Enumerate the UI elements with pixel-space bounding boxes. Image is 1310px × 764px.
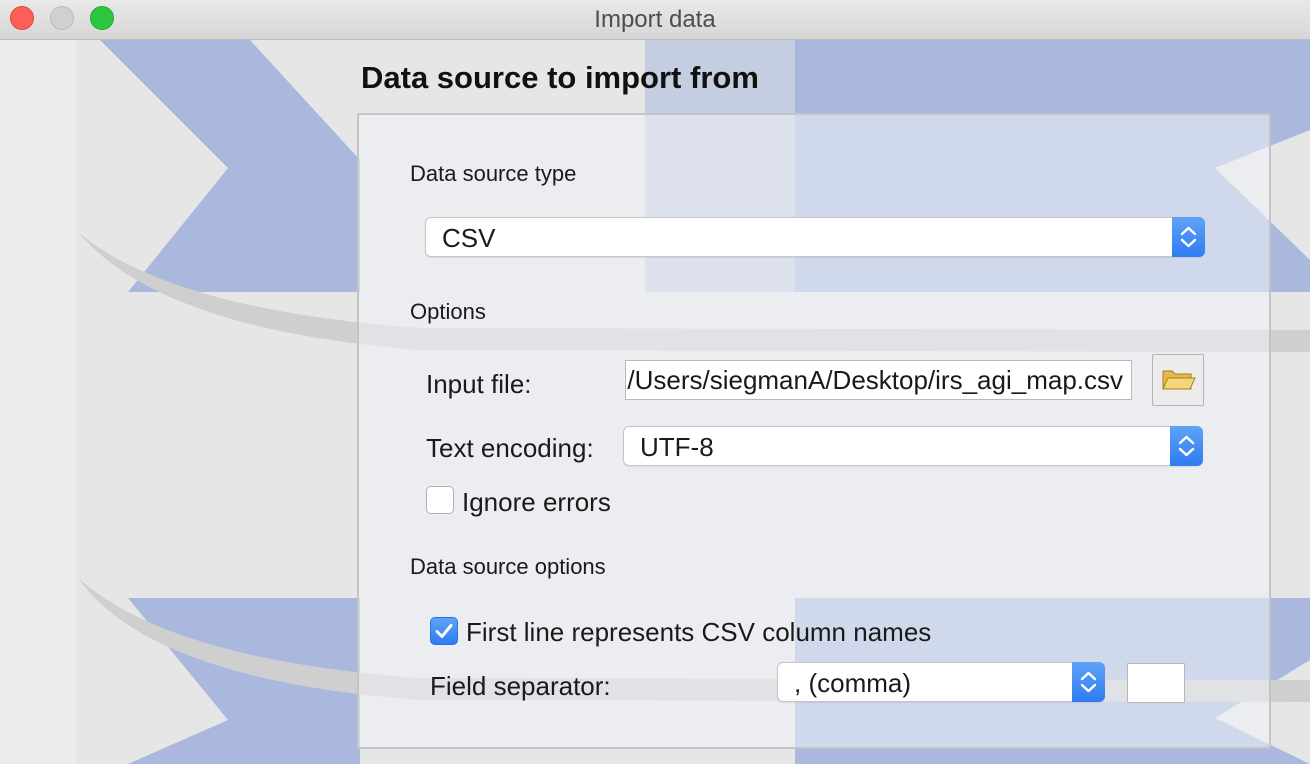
input-file-label: Input file: bbox=[426, 369, 532, 399]
first-line-header-label: First line represents CSV column names bbox=[466, 617, 932, 647]
input-file-field[interactable]: /Users/siegmanA/Desktop/irs_agi_map.csv bbox=[625, 360, 1132, 400]
chevron-up-down-icon bbox=[1170, 426, 1203, 466]
chevron-up-down-icon bbox=[1072, 662, 1105, 702]
ignore-errors-label: Ignore errors bbox=[462, 487, 611, 517]
custom-separator-field[interactable] bbox=[1127, 663, 1185, 703]
data-source-type-value: CSV bbox=[442, 223, 496, 253]
data-source-options-label: Data source options bbox=[410, 554, 606, 579]
options-section-label: Options bbox=[410, 299, 486, 324]
window-title: Import data bbox=[594, 6, 716, 33]
input-file-value: /Users/siegmanA/Desktop/irs_agi_map.csv bbox=[627, 365, 1123, 395]
text-encoding-label: Text encoding: bbox=[426, 433, 594, 463]
browse-file-button[interactable] bbox=[1152, 354, 1204, 406]
folder-open-icon bbox=[1162, 370, 1196, 390]
data-source-type-label: Data source type bbox=[410, 161, 577, 186]
text-encoding-value: UTF-8 bbox=[640, 432, 714, 462]
field-separator-value: , (comma) bbox=[794, 668, 911, 698]
text-encoding-select[interactable]: UTF-8 bbox=[623, 426, 1203, 466]
field-separator-select[interactable]: , (comma) bbox=[777, 662, 1105, 702]
first-line-header-checkbox[interactable] bbox=[430, 617, 458, 645]
chevron-up-down-icon bbox=[1172, 217, 1205, 257]
field-separator-label: Field separator: bbox=[430, 671, 611, 701]
data-source-type-select[interactable]: CSV bbox=[425, 217, 1205, 257]
window-titlebar: Import data bbox=[0, 0, 1310, 40]
import-options-panel: Data source type CSV Options Input file:… bbox=[357, 113, 1271, 749]
checkmark-icon bbox=[435, 624, 453, 638]
page-heading: Data source to import from bbox=[361, 60, 759, 95]
ignore-errors-checkbox[interactable] bbox=[426, 486, 454, 514]
